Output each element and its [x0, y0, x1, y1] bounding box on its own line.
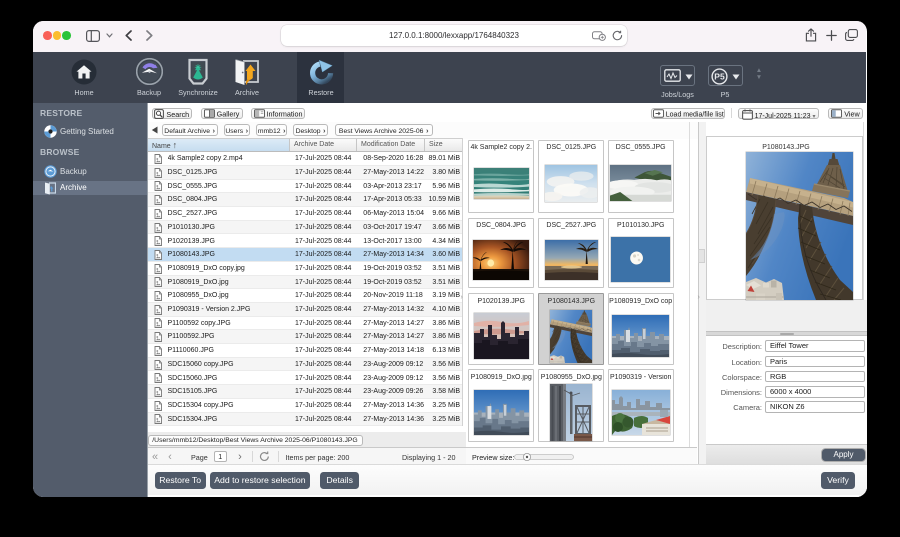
svg-text:P5: P5	[714, 71, 725, 81]
